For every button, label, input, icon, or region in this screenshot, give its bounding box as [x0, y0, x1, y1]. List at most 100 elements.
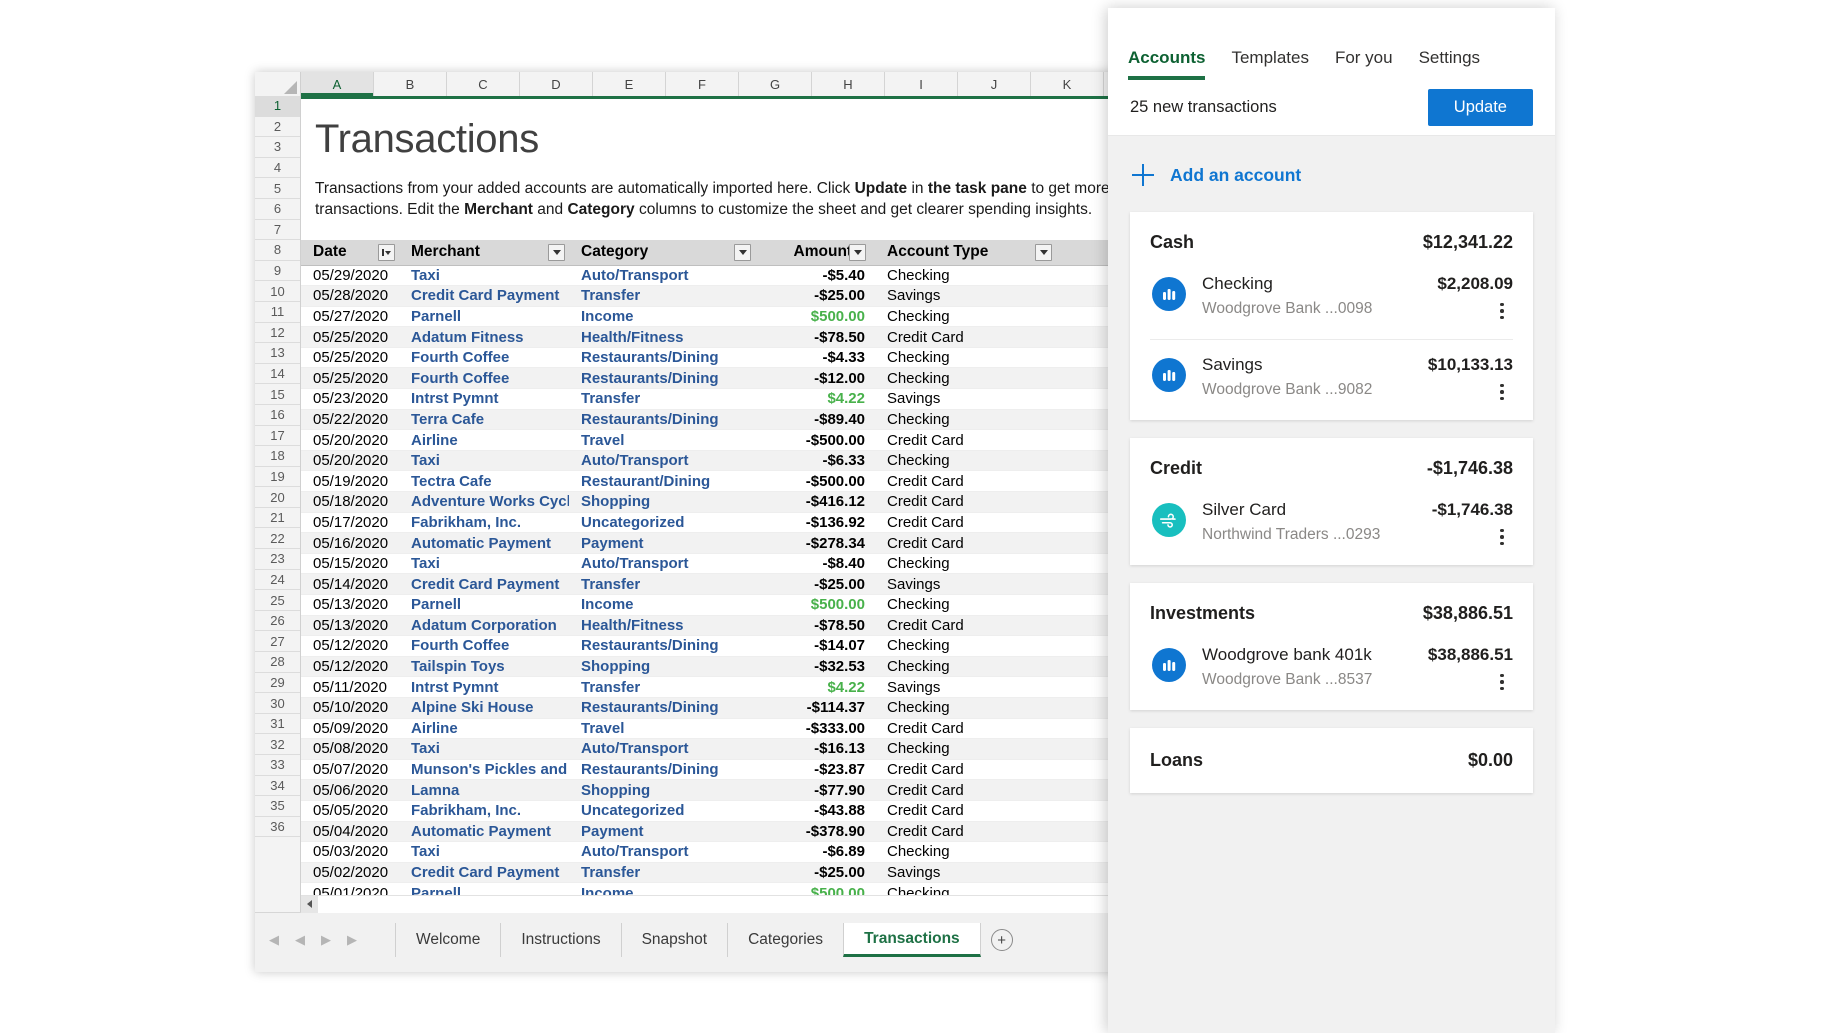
cell-date[interactable]: 05/25/2020 — [301, 327, 399, 348]
cell-account-type[interactable]: Savings — [875, 389, 1035, 410]
row-number-19[interactable]: 19 — [255, 467, 300, 488]
row-number-13[interactable]: 13 — [255, 343, 300, 364]
cell-category[interactable]: Transfer — [569, 862, 755, 883]
column-header-category[interactable]: Category — [569, 240, 755, 265]
cell-amount[interactable]: -$278.34 — [755, 533, 875, 554]
cell-date[interactable]: 05/02/2020 — [301, 862, 399, 883]
select-all-corner[interactable] — [255, 72, 301, 96]
row-number-10[interactable]: 10 — [255, 281, 300, 302]
cell-merchant[interactable]: Tailspin Toys — [399, 656, 569, 677]
row-number-2[interactable]: 2 — [255, 117, 300, 138]
cell-merchant[interactable]: Taxi — [399, 739, 569, 760]
cell-date[interactable]: 05/07/2020 — [301, 759, 399, 780]
cell-amount[interactable]: -$25.00 — [755, 862, 875, 883]
filter-button-account-type[interactable] — [1035, 244, 1052, 261]
cell-category[interactable]: Restaurant/Dining — [569, 471, 755, 492]
column-header-h[interactable]: H — [812, 72, 885, 96]
account-more-options-icon[interactable] — [1491, 525, 1513, 549]
row-number-5[interactable]: 5 — [255, 178, 300, 199]
row-number-20[interactable]: 20 — [255, 487, 300, 508]
filter-sort-button-date[interactable] — [378, 244, 395, 261]
cell-category[interactable]: Shopping — [569, 656, 755, 677]
update-button[interactable]: Update — [1428, 89, 1533, 126]
cell-category[interactable]: Transfer — [569, 389, 755, 410]
cell-amount[interactable]: -$14.07 — [755, 636, 875, 657]
cell-merchant[interactable]: Parnell — [399, 306, 569, 327]
filter-button-merchant[interactable] — [548, 244, 565, 261]
row-number-4[interactable]: 4 — [255, 158, 300, 179]
cell-category[interactable]: Transfer — [569, 286, 755, 307]
cell-account-type[interactable]: Credit Card — [875, 512, 1035, 533]
cell-category[interactable]: Uncategorized — [569, 512, 755, 533]
cell-date[interactable]: 05/16/2020 — [301, 533, 399, 554]
row-number-26[interactable]: 26 — [255, 611, 300, 632]
cell-date[interactable]: 05/25/2020 — [301, 368, 399, 389]
cell-merchant[interactable]: Credit Card Payment — [399, 286, 569, 307]
cell-account-type[interactable]: Savings — [875, 677, 1035, 698]
row-number-33[interactable]: 33 — [255, 755, 300, 776]
cell-date[interactable]: 05/28/2020 — [301, 286, 399, 307]
cell-amount[interactable]: -$500.00 — [755, 471, 875, 492]
cell-amount[interactable]: -$4.33 — [755, 347, 875, 368]
column-header-j[interactable]: J — [958, 72, 1031, 96]
row-number-36[interactable]: 36 — [255, 817, 300, 838]
cell-account-type[interactable]: Credit Card — [875, 430, 1035, 451]
cell-category[interactable]: Uncategorized — [569, 800, 755, 821]
row-number-32[interactable]: 32 — [255, 734, 300, 755]
cell-category[interactable]: Travel — [569, 430, 755, 451]
row-number-23[interactable]: 23 — [255, 549, 300, 570]
cell-date[interactable]: 05/18/2020 — [301, 492, 399, 513]
cell-account-type[interactable]: Checking — [875, 306, 1035, 327]
cell-amount[interactable]: -$6.33 — [755, 450, 875, 471]
cell-merchant[interactable]: Intrst Pymnt — [399, 389, 569, 410]
cell-amount[interactable]: $500.00 — [755, 306, 875, 327]
row-number-25[interactable]: 25 — [255, 590, 300, 611]
cell-merchant[interactable]: Adventure Works Cycles — [399, 492, 569, 513]
cell-date[interactable]: 05/25/2020 — [301, 347, 399, 368]
cell-merchant[interactable]: Fourth Coffee — [399, 347, 569, 368]
task-pane-tab-settings[interactable]: Settings — [1406, 48, 1493, 80]
cell-merchant[interactable]: Airline — [399, 430, 569, 451]
sheet-tab-categories[interactable]: Categories — [727, 923, 843, 957]
cell-account-type[interactable]: Checking — [875, 450, 1035, 471]
cell-account-type[interactable]: Credit Card — [875, 780, 1035, 801]
cell-merchant[interactable]: Munson's Pickles and Pr — [399, 759, 569, 780]
cell-category[interactable]: Restaurants/Dining — [569, 409, 755, 430]
cell-account-type[interactable]: Checking — [875, 636, 1035, 657]
cell-amount[interactable]: $500.00 — [755, 595, 875, 616]
row-number-11[interactable]: 11 — [255, 302, 300, 323]
cell-account-type[interactable]: Checking — [875, 409, 1035, 430]
cell-amount[interactable]: -$78.50 — [755, 327, 875, 348]
cell-account-type[interactable]: Checking — [875, 595, 1035, 616]
cell-date[interactable]: 05/29/2020 — [301, 265, 399, 286]
column-header-e[interactable]: E — [593, 72, 666, 96]
row-number-28[interactable]: 28 — [255, 652, 300, 673]
cell-date[interactable]: 05/05/2020 — [301, 800, 399, 821]
cell-merchant[interactable]: Adatum Corporation — [399, 615, 569, 636]
row-number-7[interactable]: 7 — [255, 220, 300, 241]
cell-category[interactable]: Shopping — [569, 780, 755, 801]
cell-merchant[interactable]: Fabrikham, Inc. — [399, 512, 569, 533]
row-number-17[interactable]: 17 — [255, 426, 300, 447]
cell-merchant[interactable]: Terra Cafe — [399, 409, 569, 430]
cell-date[interactable]: 05/17/2020 — [301, 512, 399, 533]
row-number-3[interactable]: 3 — [255, 137, 300, 158]
row-number-9[interactable]: 9 — [255, 261, 300, 282]
sheet-tab-snapshot[interactable]: Snapshot — [621, 923, 728, 957]
cell-account-type[interactable]: Savings — [875, 286, 1035, 307]
cell-amount[interactable]: -$25.00 — [755, 574, 875, 595]
cell-account-type[interactable]: Credit Card — [875, 533, 1035, 554]
cell-merchant[interactable]: Lamna — [399, 780, 569, 801]
column-header-g[interactable]: G — [739, 72, 812, 96]
cell-account-type[interactable]: Checking — [875, 656, 1035, 677]
cell-merchant[interactable]: Parnell — [399, 595, 569, 616]
cell-category[interactable]: Restaurants/Dining — [569, 759, 755, 780]
cell-amount[interactable]: -$25.00 — [755, 286, 875, 307]
cell-merchant[interactable]: Taxi — [399, 553, 569, 574]
first-sheet-arrow-icon[interactable]: ◀ — [261, 927, 287, 953]
cell-date[interactable]: 05/15/2020 — [301, 553, 399, 574]
cell-date[interactable]: 05/13/2020 — [301, 595, 399, 616]
cell-date[interactable]: 05/03/2020 — [301, 842, 399, 863]
cell-date[interactable]: 05/06/2020 — [301, 780, 399, 801]
cell-account-type[interactable]: Checking — [875, 553, 1035, 574]
